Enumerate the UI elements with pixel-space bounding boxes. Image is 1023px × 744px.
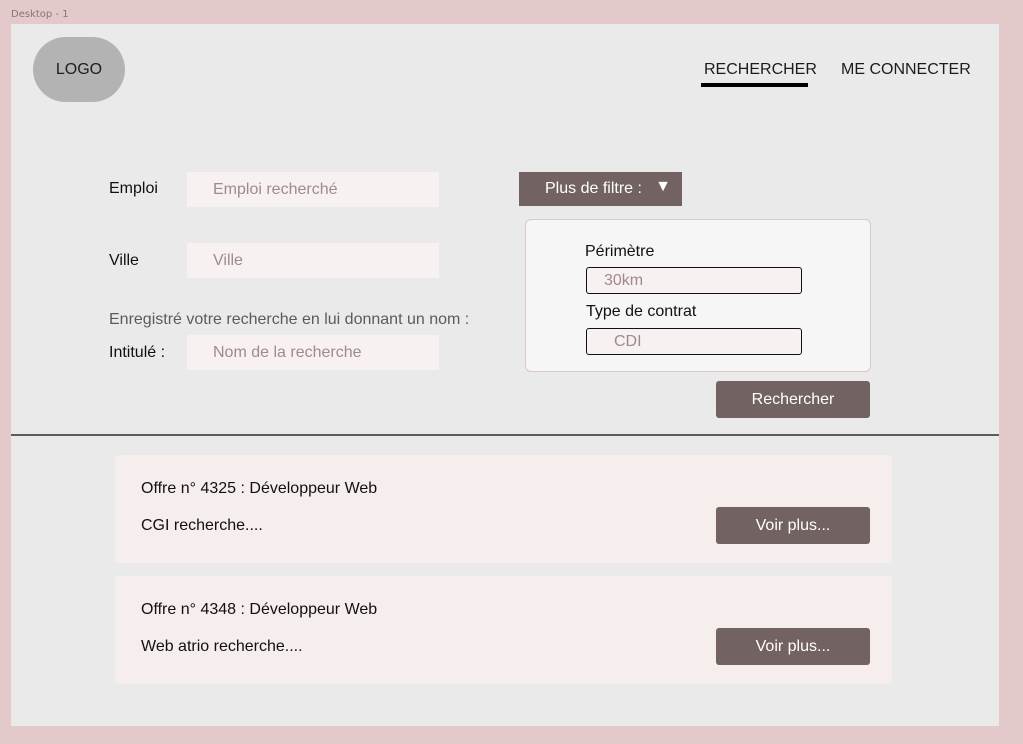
perimeter-label: Périmètre [585, 243, 655, 260]
job-input[interactable]: Emploi recherché [187, 172, 439, 207]
page-canvas: LOGO RECHERCHER ME CONNECTER Emploi Empl… [11, 24, 999, 726]
offer-card: Offre n° 4348 : Développeur Web Web atri… [115, 576, 892, 684]
city-input[interactable]: Ville [187, 243, 439, 278]
search-name-label: Intitulé : [109, 344, 166, 361]
contract-type-label: Type de contrat [586, 303, 697, 320]
city-label: Ville [109, 252, 139, 269]
offer-card: Offre n° 4325 : Développeur Web CGI rech… [115, 455, 892, 563]
frame-label: Desktop - 1 [11, 9, 69, 20]
job-label: Emploi [109, 180, 158, 197]
search-button[interactable]: Rechercher [716, 381, 870, 418]
more-filters-button[interactable]: Plus de filtre : ▼ [519, 172, 682, 206]
nav-login-link[interactable]: ME CONNECTER [841, 61, 971, 79]
offer-title: Offre n° 4325 : Développeur Web [141, 480, 378, 497]
logo[interactable]: LOGO [33, 37, 125, 102]
nav-search-link[interactable]: RECHERCHER [704, 61, 817, 79]
more-filters-label: Plus de filtre : [545, 180, 642, 197]
offer-title: Offre n° 4348 : Développeur Web [141, 601, 378, 618]
active-nav-indicator [701, 83, 808, 87]
filter-panel: Périmètre 30km Type de contrat CDI [525, 219, 871, 372]
perimeter-input[interactable]: 30km [586, 267, 802, 294]
divider [11, 434, 999, 436]
save-search-hint: Enregistré votre recherche en lui donnan… [109, 311, 470, 328]
contract-type-input[interactable]: CDI [586, 328, 802, 355]
see-more-button[interactable]: Voir plus... [716, 507, 870, 544]
see-more-button[interactable]: Voir plus... [716, 628, 870, 665]
offer-description: CGI recherche.... [141, 517, 263, 534]
triangle-down-icon: ▼ [655, 178, 671, 195]
search-name-input[interactable]: Nom de la recherche [187, 335, 439, 370]
offer-description: Web atrio recherche.... [141, 638, 303, 655]
